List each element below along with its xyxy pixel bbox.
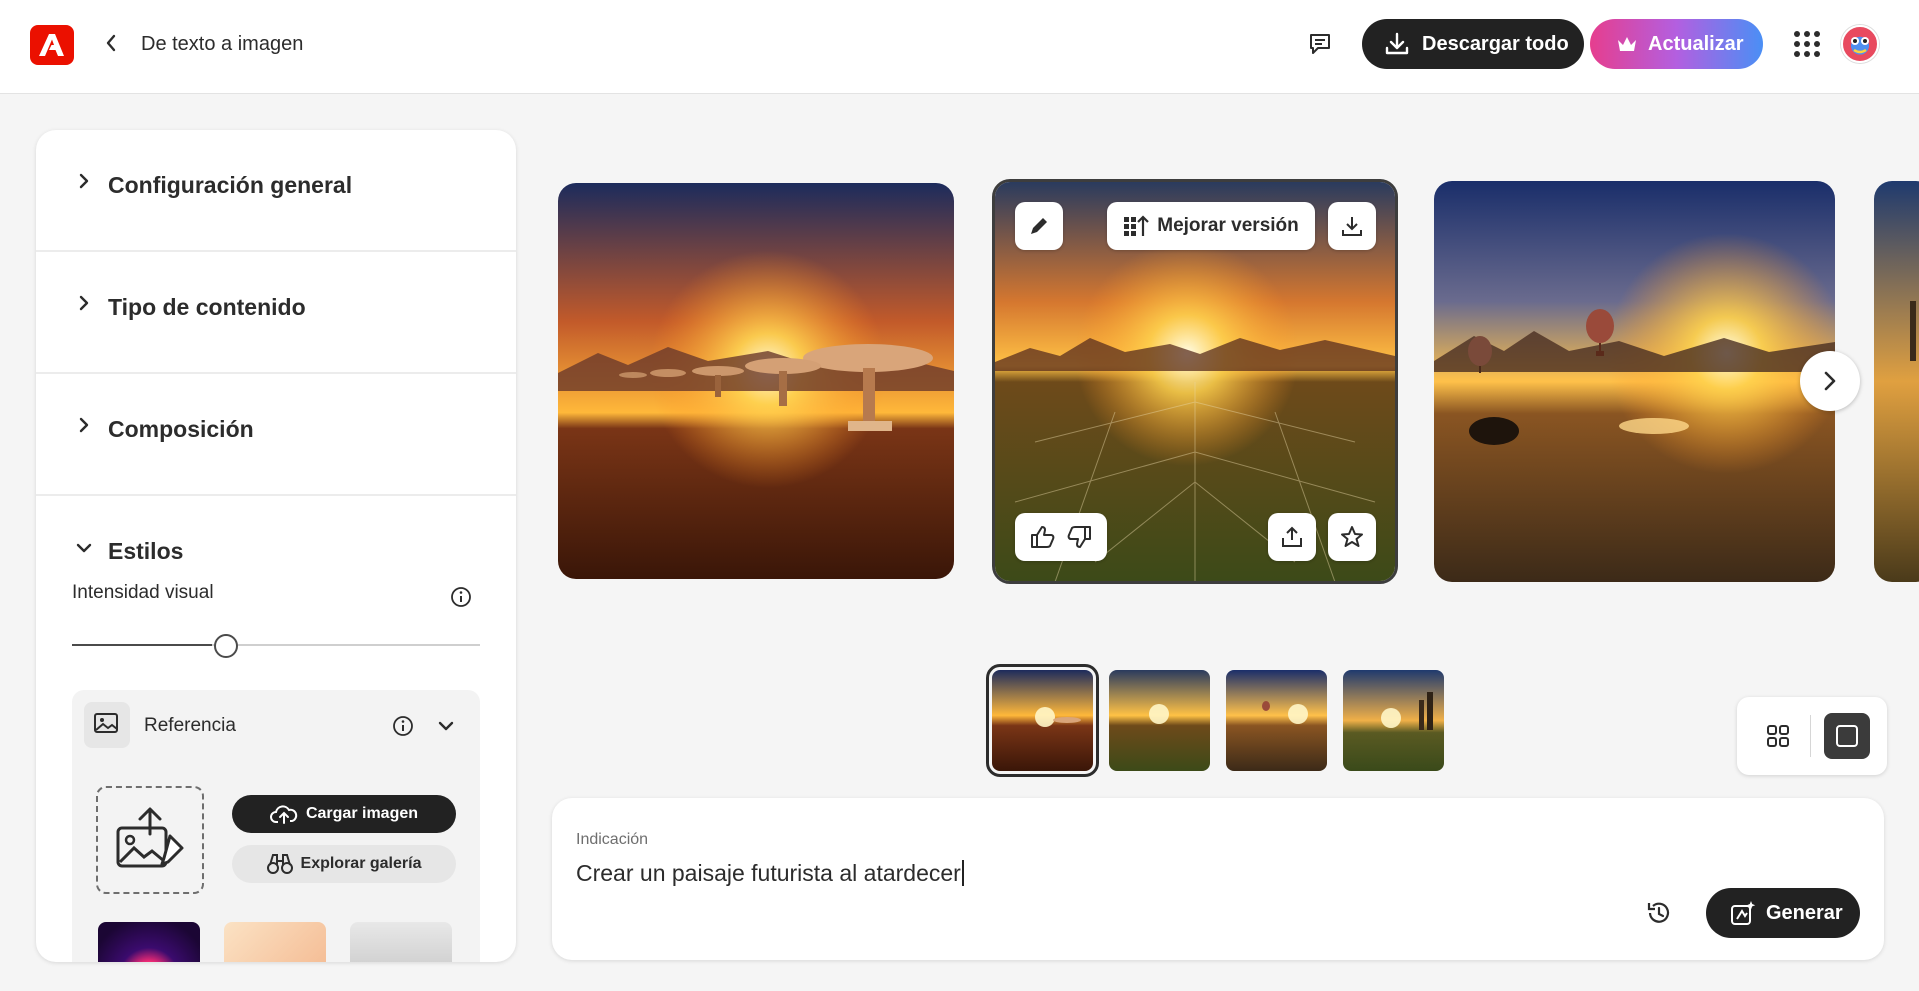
section-content-type[interactable]: Tipo de contenido: [36, 252, 516, 374]
chevron-right-icon: [79, 417, 89, 433]
history-icon: [1647, 902, 1670, 923]
visual-intensity-slider-handle[interactable]: [214, 634, 238, 658]
avatar[interactable]: [1841, 25, 1879, 63]
generated-image-1[interactable]: [558, 183, 954, 579]
apps-grid-icon[interactable]: [1792, 29, 1822, 59]
upload-image-icon: [116, 807, 184, 868]
pencil-icon: [1031, 218, 1047, 234]
section-title: Estilos: [108, 538, 184, 564]
thumbnail-1[interactable]: [986, 664, 1099, 777]
divider: [1810, 715, 1811, 757]
star-icon: [1341, 526, 1363, 547]
chevron-right-icon: [79, 295, 89, 311]
info-icon[interactable]: [392, 715, 414, 737]
upload-image-label: Cargar imagen: [305, 805, 419, 822]
reference-image-icon: [84, 702, 130, 748]
top-bar: De texto a imagen Descargar todo Actuali…: [0, 0, 1919, 94]
generate-label: Generar: [1766, 901, 1843, 924]
binoculars-icon: [266, 854, 293, 874]
section-title: Composición: [108, 416, 254, 442]
prompt-panel: Indicación Crear un paisaje futurista al…: [552, 798, 1884, 960]
chevron-right-icon: [79, 173, 89, 189]
cloud-upload-icon: [270, 805, 298, 824]
rating-buttons: [1015, 513, 1107, 561]
download-button[interactable]: [1328, 202, 1376, 250]
upgrade-label: Actualizar: [1648, 32, 1744, 55]
enhance-version-button[interactable]: Mejorar versión: [1107, 202, 1315, 250]
upgrade-button[interactable]: Actualizar: [1590, 19, 1763, 69]
download-all-button[interactable]: Descargar todo: [1362, 19, 1584, 69]
generate-button[interactable]: Generar: [1706, 888, 1860, 938]
generate-sparkle-icon: [1731, 901, 1756, 925]
section-styles[interactable]: Estilos: [36, 496, 516, 564]
upload-image-button[interactable]: Cargar imagen: [232, 795, 456, 833]
view-mode-switch: [1737, 697, 1887, 775]
chevron-down-icon[interactable]: [437, 717, 455, 735]
generated-image-3[interactable]: [1434, 181, 1835, 582]
edit-button[interactable]: [1015, 202, 1063, 250]
single-view-button[interactable]: [1824, 713, 1870, 759]
prompt-input[interactable]: Crear un paisaje futurista al atardecer: [576, 860, 964, 887]
chevron-right-icon: [1824, 371, 1836, 391]
grid-view-button[interactable]: [1755, 713, 1801, 759]
style-preset-thumbnail[interactable]: [224, 922, 326, 962]
crown-icon: [1618, 37, 1636, 51]
explore-gallery-button[interactable]: Explorar galería: [232, 845, 456, 883]
style-preset-thumbnail[interactable]: [98, 922, 200, 962]
section-title: Configuración general: [108, 172, 353, 198]
section-title: Tipo de contenido: [108, 294, 306, 320]
reference-panel: Referencia Cargar imagen Explorar galerí…: [72, 690, 480, 962]
share-icon: [1282, 526, 1302, 547]
enhance-version-label: Mejorar versión: [1157, 215, 1299, 236]
thumbs-up-icon[interactable]: [1030, 525, 1056, 549]
grid-icon: [1767, 725, 1789, 747]
thumbnail-3[interactable]: [1226, 670, 1327, 771]
share-button[interactable]: [1268, 513, 1316, 561]
reference-drop-zone[interactable]: [96, 786, 204, 894]
feedback-icon[interactable]: [1305, 29, 1335, 59]
single-square-icon: [1836, 725, 1858, 747]
download-all-label: Descargar todo: [1422, 32, 1569, 55]
download-icon: [1385, 32, 1409, 55]
chevron-down-icon: [76, 543, 92, 553]
history-button[interactable]: [1644, 898, 1674, 928]
thumbs-down-icon[interactable]: [1066, 525, 1092, 549]
prompt-label: Indicación: [576, 831, 649, 848]
explore-gallery-label: Explorar galería: [300, 855, 422, 872]
settings-panel: Configuración general Tipo de contenido …: [36, 130, 516, 962]
generated-image-2-selected[interactable]: Mejorar versión: [992, 179, 1398, 584]
thumbnail-2[interactable]: [1109, 670, 1210, 771]
back-chevron-icon[interactable]: [100, 32, 122, 54]
page-title: De texto a imagen: [141, 33, 304, 55]
thumbnail-4[interactable]: [1343, 670, 1444, 771]
info-icon[interactable]: [450, 586, 472, 608]
favorite-button[interactable]: [1328, 513, 1376, 561]
visual-intensity-label: Intensidad visual: [72, 582, 214, 603]
style-preset-thumbnail[interactable]: [350, 922, 452, 962]
section-general-settings[interactable]: Configuración general: [36, 130, 516, 252]
next-image-button[interactable]: [1800, 351, 1860, 411]
generated-image-4-partial[interactable]: [1874, 181, 1919, 582]
visual-intensity-fill: [72, 644, 212, 646]
reference-label: Referencia: [144, 715, 236, 736]
section-composition[interactable]: Composición: [36, 374, 516, 496]
download-icon: [1342, 217, 1362, 236]
adobe-logo-icon[interactable]: [30, 25, 74, 65]
upscale-icon: [1124, 215, 1150, 236]
